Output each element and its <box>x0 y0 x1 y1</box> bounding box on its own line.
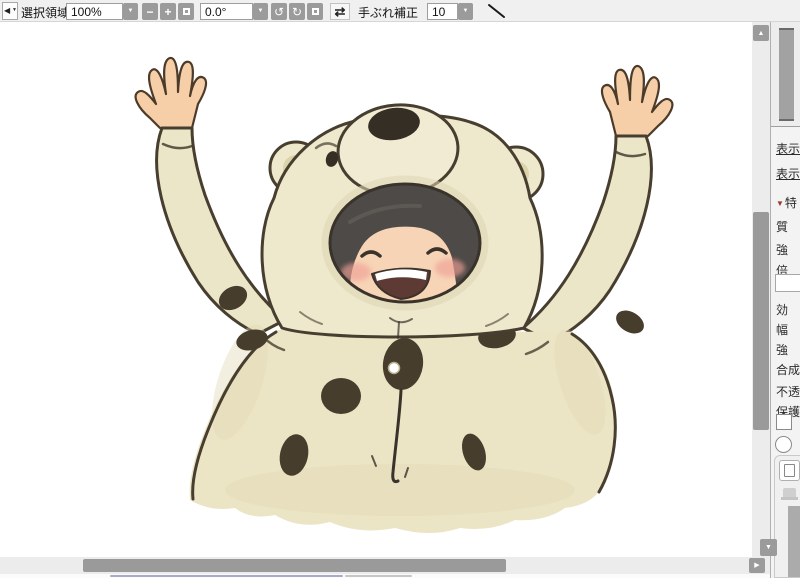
scroll-right-button[interactable]: ▶ <box>749 558 765 573</box>
scroll-down-button[interactable]: ▼ <box>760 539 777 556</box>
panel-row-label: 幅 <box>776 323 789 337</box>
panel-section-header[interactable]: ▼特 <box>776 194 797 212</box>
panel-checkbox[interactable] <box>776 414 792 430</box>
rotate-cw-button[interactable]: ↻ <box>289 3 305 20</box>
zoom-out-button[interactable]: − <box>142 3 158 20</box>
panel-value-input[interactable] <box>775 274 800 292</box>
zoom-dropdown-button[interactable]: ▼ <box>123 3 138 20</box>
fit-window-icon <box>182 7 190 15</box>
panel-radio-button[interactable] <box>775 436 792 453</box>
reset-rotation-button[interactable] <box>307 3 323 20</box>
rotate-ccw-button[interactable]: ↺ <box>271 3 287 20</box>
scroll-up-button[interactable]: ▲ <box>753 25 769 41</box>
tool-property-bar: ◀ ▼ 選択領域 ▼ − + ▼ ↺ ↻ ⇄ 手ぶれ補正 ▼ <box>0 0 800 22</box>
vertical-scrollbar[interactable]: ▲ <box>752 22 770 557</box>
bottom-accent-gray-line <box>345 575 412 577</box>
panel-link-display-2[interactable]: 表示 <box>776 165 800 183</box>
panel-link-display-1[interactable]: 表示 <box>776 140 800 158</box>
panel-row-label: 効 <box>776 303 789 317</box>
new-item-button[interactable] <box>779 460 800 481</box>
section-collapse-icon: ▼ <box>776 199 784 208</box>
bottom-accent-blue-line <box>110 575 343 577</box>
rotation-dropdown-button[interactable]: ▼ <box>253 3 268 20</box>
chevron-down-icon: ▼ <box>462 8 469 14</box>
vertical-scrollbar-thumb[interactable] <box>753 212 769 430</box>
panel-gray-area <box>788 506 800 577</box>
panel-top-section <box>771 22 800 127</box>
page-icon <box>784 464 795 477</box>
zoom-input[interactable] <box>66 3 123 20</box>
selection-arrow-icon: ◀ <box>4 6 11 15</box>
panel-slider-bar[interactable] <box>779 28 794 121</box>
stabilization-input[interactable] <box>427 3 458 20</box>
tool-property-panel: 表示 表示 ▼特 質 強 倍 効 幅 強 合成 不透 保護 <box>770 22 800 578</box>
panel-row-label: 合成 <box>776 363 800 377</box>
zoom-in-button[interactable]: + <box>160 3 176 20</box>
rotation-input[interactable] <box>200 3 253 20</box>
fit-to-window-button[interactable] <box>178 3 194 20</box>
canvas-illustration <box>134 56 674 533</box>
horizontal-scrollbar[interactable]: ▶ <box>0 557 770 574</box>
scroll-right-icon: ▶ <box>754 562 760 569</box>
chevron-down-icon: ▼ <box>12 7 17 13</box>
scroll-down-icon: ▼ <box>765 544 772 551</box>
stamp-icon[interactable] <box>781 488 798 500</box>
selection-area-label: 選択領域 <box>21 6 70 20</box>
brush-stroke-preview-icon <box>484 2 508 23</box>
chevron-down-icon: ▼ <box>127 8 134 14</box>
reset-rotation-icon <box>311 7 319 15</box>
section-label: 特 <box>784 196 797 210</box>
tool-select-button[interactable]: ◀ ▼ <box>2 2 18 20</box>
window-bottom-edge <box>0 574 771 578</box>
flip-horizontal-button[interactable]: ⇄ <box>330 3 350 20</box>
panel-row-label: 強 <box>776 343 789 357</box>
panel-row-label: 強 <box>776 243 789 257</box>
panel-row-label: 不透 <box>776 385 800 399</box>
canvas-viewport[interactable] <box>0 22 752 557</box>
panel-bottom-subpanel <box>774 455 800 578</box>
paint-app-window: ◀ ▼ 選択領域 ▼ − + ▼ ↺ ↻ ⇄ 手ぶれ補正 ▼ <box>0 0 800 578</box>
horizontal-scrollbar-thumb[interactable] <box>83 559 506 572</box>
scroll-up-icon: ▲ <box>757 29 765 37</box>
stabilization-label: 手ぶれ補正 <box>358 6 419 20</box>
chevron-down-icon: ▼ <box>257 8 264 14</box>
stabilization-dropdown-button[interactable]: ▼ <box>458 3 473 20</box>
panel-row-label: 質 <box>776 220 789 234</box>
